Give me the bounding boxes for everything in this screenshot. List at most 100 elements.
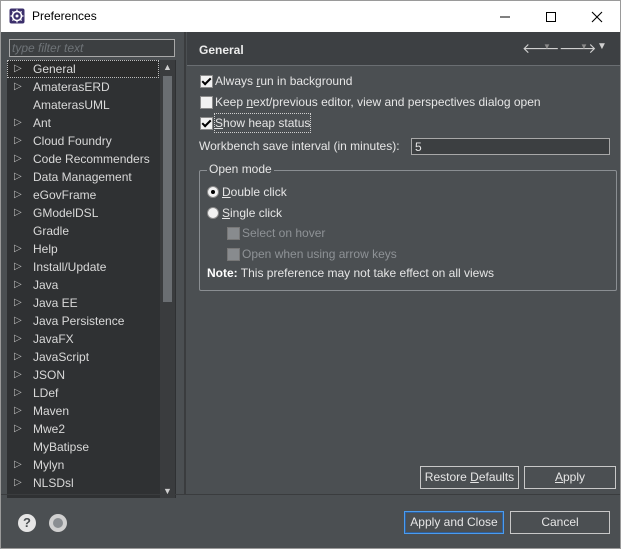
radio-button[interactable] xyxy=(207,207,219,219)
tree-item-javafx[interactable]: ▷ JavaFX xyxy=(7,330,159,348)
tree-item-label: General xyxy=(33,62,76,76)
expand-arrow-icon[interactable]: ▷ xyxy=(14,474,24,492)
tree-item-data-management[interactable]: ▷ Data Management xyxy=(7,168,159,186)
tree-item-java-persistence[interactable]: ▷ Java Persistence xyxy=(7,312,159,330)
save-interval-input[interactable]: 5 xyxy=(411,138,610,155)
maximize-button[interactable] xyxy=(528,1,574,32)
window-title: Preferences xyxy=(32,9,97,23)
navigation-pane: type filter text ▲ ▼ ▷ General ▷ AmaterasER… xyxy=(7,38,176,498)
back-arrow-icon[interactable]: 🡐 xyxy=(522,40,560,56)
restore-defaults-button[interactable]: Restore Defaults xyxy=(420,466,519,489)
tree-item-label: NLSDsl xyxy=(33,476,74,490)
tree-item-java-ee[interactable]: ▷ Java EE xyxy=(7,294,159,312)
back-dropdown-icon[interactable]: ▼ xyxy=(543,42,551,51)
expand-arrow-icon[interactable]: ▷ xyxy=(14,78,24,96)
tree-item-egovframe[interactable]: ▷ eGovFrame xyxy=(7,186,159,204)
tree-item-general[interactable]: ▷ General xyxy=(7,60,159,78)
expand-arrow-icon[interactable]: ▷ xyxy=(14,348,24,366)
note-text: Note: This preference may not take effec… xyxy=(207,266,495,280)
expand-arrow-icon[interactable]: ▷ xyxy=(14,60,24,78)
expand-arrow-icon[interactable]: ▷ xyxy=(14,132,24,150)
tree-scrollbar[interactable]: ▲ ▼ xyxy=(160,60,175,498)
tree-item-label: MyBatipse xyxy=(33,440,90,454)
forward-dropdown-icon[interactable]: ▼ xyxy=(580,42,588,51)
preference-tree[interactable]: ▲ ▼ ▷ General ▷ AmaterasERD AmaterasUML ▷ Ant ▷… xyxy=(7,60,176,498)
tree-item-gmodeldsl[interactable]: ▷ GModelDSL xyxy=(7,204,159,222)
tree-item-mybatipse[interactable]: MyBatipse xyxy=(7,438,159,456)
tree-item-label: JavaScript xyxy=(33,350,90,364)
expand-arrow-icon[interactable]: ▷ xyxy=(14,168,24,186)
preferences-window: Preferences type filter text ▲ ▼ ▷ Genera… xyxy=(0,0,621,549)
expand-arrow-icon[interactable]: ▷ xyxy=(14,204,24,222)
scroll-up-arrow-icon[interactable]: ▲ xyxy=(160,60,175,74)
tree-item-label: Code Recommenders xyxy=(33,152,150,166)
checkbox-box[interactable] xyxy=(200,96,213,109)
radio-button[interactable] xyxy=(207,186,219,198)
save-interval-label: Workbench save interval (in minutes): xyxy=(199,139,400,153)
apply-button[interactable]: Apply xyxy=(524,466,616,489)
minimize-icon xyxy=(500,16,510,17)
tree-item-label: JavaFX xyxy=(33,332,74,346)
expand-arrow-icon[interactable]: ▷ xyxy=(14,312,24,330)
tree-item-json[interactable]: ▷ JSON xyxy=(7,366,159,384)
view-menu-icon[interactable]: ▼ xyxy=(597,41,607,52)
expand-arrow-icon[interactable]: ▷ xyxy=(14,240,24,258)
expand-arrow-icon[interactable]: ▷ xyxy=(14,402,24,420)
tree-item-nlsdsl[interactable]: ▷ NLSDsl xyxy=(7,474,159,492)
preference-page: General 🡐 ▼ 🡒 ▼ ▼ Always run in backgrou… xyxy=(187,32,620,494)
expand-arrow-icon[interactable]: ▷ xyxy=(14,294,24,312)
tree-item-ant[interactable]: ▷ Ant xyxy=(7,114,159,132)
expand-arrow-icon[interactable]: ▷ xyxy=(14,330,24,348)
tree-item-label: Data Management xyxy=(33,170,132,184)
tree-item-code-recommenders[interactable]: ▷ Code Recommenders xyxy=(7,150,159,168)
apply-and-close-button[interactable]: Apply and Close xyxy=(404,511,504,534)
close-button[interactable] xyxy=(574,1,620,32)
tree-item-label: Java EE xyxy=(33,296,78,310)
scroll-down-arrow-icon[interactable]: ▼ xyxy=(160,484,175,498)
scroll-thumb[interactable] xyxy=(163,76,172,302)
minimize-button[interactable] xyxy=(482,1,528,32)
tree-item-amaterasuml[interactable]: AmaterasUML xyxy=(7,96,159,114)
tree-item-gradle[interactable]: Gradle xyxy=(7,222,159,240)
expand-arrow-icon[interactable]: ▷ xyxy=(14,150,24,168)
cancel-button[interactable]: Cancel xyxy=(510,511,610,534)
expand-arrow-icon[interactable]: ▷ xyxy=(14,420,24,438)
tree-item-label: Maven xyxy=(33,404,70,418)
expand-arrow-icon[interactable]: ▷ xyxy=(14,186,24,204)
expand-arrow-icon[interactable]: ▷ xyxy=(14,114,24,132)
tree-item-java[interactable]: ▷ Java xyxy=(7,276,159,294)
expand-arrow-icon[interactable]: ▷ xyxy=(14,258,24,276)
tree-item-label: GModelDSL xyxy=(33,206,99,220)
checkbox-box[interactable] xyxy=(200,117,213,130)
filter-input[interactable]: type filter text xyxy=(9,39,175,57)
forward-arrow-icon[interactable]: 🡒 xyxy=(559,40,597,56)
open-mode-title: Open mode xyxy=(207,162,274,176)
tree-item-help[interactable]: ▷ Help xyxy=(7,240,159,258)
expand-arrow-icon[interactable]: ▷ xyxy=(14,366,24,384)
checkbox-box[interactable] xyxy=(227,227,240,240)
expand-arrow-icon[interactable]: ▷ xyxy=(14,276,24,294)
tree-item-cloud-foundry[interactable]: ▷ Cloud Foundry xyxy=(7,132,159,150)
tree-item-label: Mwe2 xyxy=(33,422,66,436)
checkbox-box[interactable] xyxy=(227,248,240,261)
tree-item-maven[interactable]: ▷ Maven xyxy=(7,402,159,420)
bottom-separator xyxy=(1,494,620,495)
help-icon[interactable]: ? xyxy=(18,514,36,532)
tree-item-mwe2[interactable]: ▷ Mwe2 xyxy=(7,420,159,438)
record-macro-icon[interactable] xyxy=(49,514,67,532)
expand-arrow-icon[interactable]: ▷ xyxy=(14,384,24,402)
tree-item-ldef[interactable]: ▷ LDef xyxy=(7,384,159,402)
tree-item-amateraserd[interactable]: ▷ AmaterasERD xyxy=(7,78,159,96)
tree-item-label: Ant xyxy=(33,116,52,130)
eclipse-gear-icon xyxy=(9,8,25,24)
maximize-icon xyxy=(546,11,556,22)
header-separator xyxy=(187,65,620,66)
expand-arrow-icon[interactable]: ▷ xyxy=(14,456,24,474)
checkbox-box[interactable] xyxy=(200,75,213,88)
tree-item-label: Gradle xyxy=(33,224,70,238)
dialog-content: type filter text ▲ ▼ ▷ General ▷ AmaterasER… xyxy=(1,32,620,548)
tree-item-install-update[interactable]: ▷ Install/Update xyxy=(7,258,159,276)
tree-item-mylyn[interactable]: ▷ Mylyn xyxy=(7,456,159,474)
tree-item-javascript[interactable]: ▷ JavaScript xyxy=(7,348,159,366)
pane-divider[interactable] xyxy=(184,32,186,494)
